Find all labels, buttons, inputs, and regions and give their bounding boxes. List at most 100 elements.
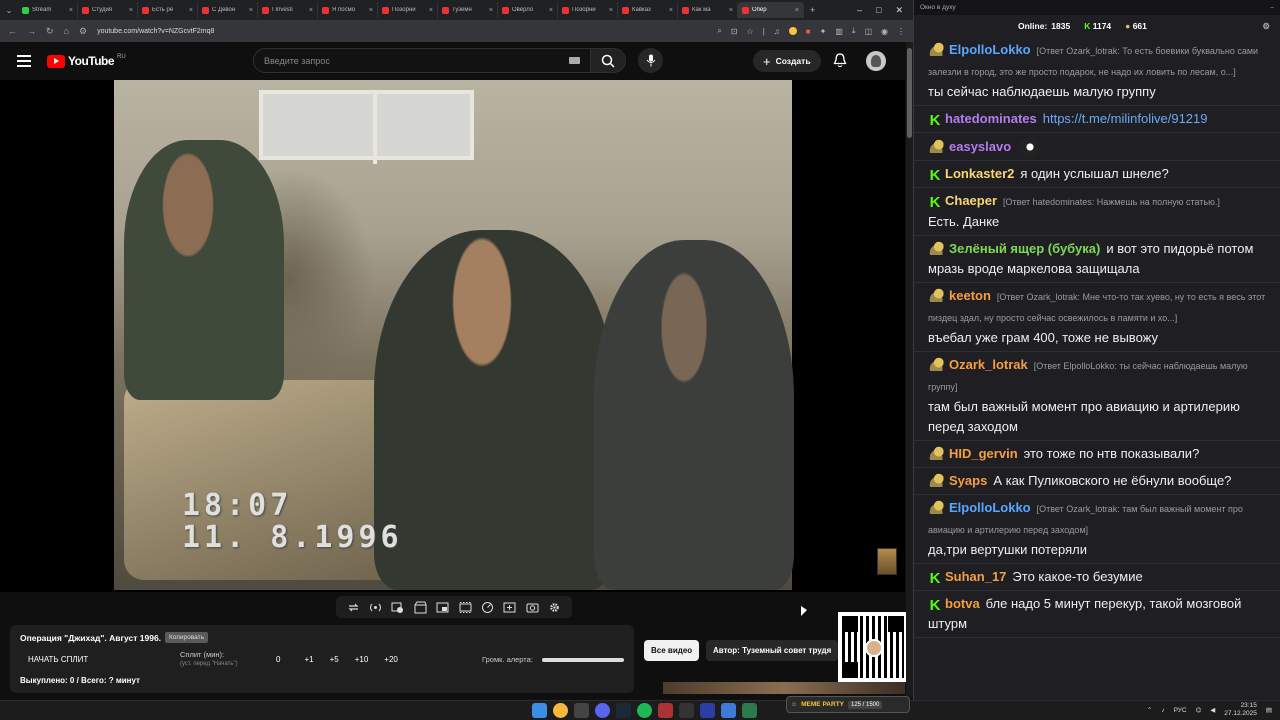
start-split-button[interactable]: НАЧАТЬ СПЛИТ <box>28 655 88 664</box>
microphone-tray-icon[interactable]: ♪ <box>1161 707 1164 714</box>
browser-tab[interactable]: Позорни × <box>378 2 438 18</box>
volume-icon[interactable]: ◀ <box>1210 706 1215 714</box>
spotify-icon[interactable] <box>637 703 652 718</box>
broadcast-icon[interactable] <box>369 601 382 614</box>
account-avatar[interactable] <box>866 51 886 71</box>
chat-username[interactable]: Suhan_17 <box>945 569 1006 584</box>
sidebar-icon[interactable]: ▥ <box>835 27 843 36</box>
browser-tab[interactable]: Я посмо × <box>318 2 378 18</box>
chat-username[interactable]: ElpolloLokko <box>949 42 1031 57</box>
chat-username[interactable]: Chaeper <box>945 193 997 208</box>
scrollbar-thumb[interactable] <box>907 48 912 138</box>
browser-tab[interactable]: С Девон × <box>198 2 258 18</box>
chat-username[interactable]: Lonkaster2 <box>945 166 1014 181</box>
picture-in-picture-icon[interactable] <box>436 601 449 614</box>
video-player[interactable]: 18:07 11. 8.1996 <box>0 80 905 592</box>
minimize-icon[interactable]: – <box>857 5 862 16</box>
loop-icon[interactable] <box>347 601 360 614</box>
tab-close-icon[interactable]: × <box>429 7 433 14</box>
browser-tab[interactable]: Позорни × <box>558 2 618 18</box>
tab-search-icon[interactable]: ⌄ <box>0 6 18 15</box>
chat-username[interactable]: easyslavo <box>949 139 1011 154</box>
keyboard-icon[interactable] <box>569 57 580 64</box>
app-icon[interactable] <box>721 703 736 718</box>
browser-tab[interactable]: Оверло × <box>498 2 558 18</box>
screenshot-camera-icon[interactable] <box>526 601 539 614</box>
tab-close-icon[interactable]: × <box>669 7 673 14</box>
chat-username[interactable]: Syaps <box>949 473 987 488</box>
tab-close-icon[interactable]: × <box>729 7 733 14</box>
tab-close-icon[interactable]: × <box>795 7 799 14</box>
url-field[interactable]: youtube.com/watch?v=NZGcvtF2mq8 <box>97 28 707 35</box>
app-icon[interactable] <box>700 703 715 718</box>
chat-username[interactable]: ElpolloLokko <box>949 500 1031 515</box>
notifications-icon[interactable]: ▤ <box>1266 706 1272 714</box>
chat-username[interactable]: keeton <box>949 288 991 303</box>
system-clock[interactable]: 23:15 27.12.2025 <box>1224 702 1257 718</box>
search-input[interactable]: Введите запрос <box>253 48 591 73</box>
notifications-bell-icon[interactable] <box>833 53 847 68</box>
chrome-icon[interactable] <box>553 703 568 718</box>
split-value[interactable]: 0 <box>276 655 280 664</box>
forward-icon[interactable]: → <box>27 26 36 36</box>
menu-icon[interactable] <box>17 55 31 67</box>
media-control-icon[interactable]: ♫ <box>774 27 780 36</box>
chat-username[interactable]: botva <box>945 596 980 611</box>
site-info-icon[interactable]: ⚙ <box>79 26 87 37</box>
alert-volume-slider[interactable] <box>542 658 624 662</box>
browser-tab[interactable]: Кавказ × <box>618 2 678 18</box>
tab-close-icon[interactable]: × <box>189 7 193 14</box>
tab-close-icon[interactable]: × <box>129 7 133 14</box>
voice-search-button[interactable] <box>638 48 663 73</box>
steam-icon[interactable] <box>616 703 631 718</box>
browser-tab[interactable]: Есть ре × <box>138 2 198 18</box>
install-icon[interactable]: ⊡ <box>731 27 738 36</box>
back-icon[interactable]: ← <box>8 26 17 36</box>
chat-username[interactable]: Ozark_lotrak <box>949 357 1028 372</box>
add-10-button[interactable]: +10 <box>355 655 369 664</box>
tab-close-icon[interactable]: × <box>609 7 613 14</box>
create-button[interactable]: + Создать <box>753 50 821 72</box>
extensions-puzzle-icon[interactable]: ✦ <box>820 27 827 36</box>
search-button[interactable] <box>590 48 626 73</box>
watch-later-icon[interactable] <box>391 601 404 614</box>
browser-tab[interactable]: Как ма × <box>678 2 738 18</box>
add-1-button[interactable]: +1 <box>304 655 313 664</box>
chat-link[interactable]: https://t.me/milinfolive/91219 <box>1043 111 1208 126</box>
extension-badge-icon[interactable]: ■ <box>806 27 811 36</box>
language-indicator[interactable]: РУС <box>1174 707 1187 714</box>
zoom-icon[interactable]: ⌕ <box>717 26 721 36</box>
app-icon[interactable] <box>658 703 673 718</box>
youtube-logo[interactable]: YouTube RU <box>47 54 126 68</box>
chat-username[interactable]: Зелёный ящер (бубука) <box>949 241 1100 256</box>
add-5-button[interactable]: +5 <box>330 655 339 664</box>
speed-gauge-icon[interactable] <box>481 601 494 614</box>
browser-tab[interactable]: I Investi × <box>258 2 318 18</box>
discord-icon[interactable] <box>595 703 610 718</box>
home-icon[interactable]: ⌂ <box>64 26 69 36</box>
chat-username[interactable]: hatedominates <box>945 111 1037 126</box>
browser-tab[interactable]: Stream × <box>18 2 78 18</box>
meme-party-widget[interactable]: ☺ MEME PARTY 125 / 1500 <box>786 696 910 713</box>
tab-close-icon[interactable]: × <box>489 7 493 14</box>
settings-gear-icon[interactable] <box>548 601 561 614</box>
browser-menu-icon[interactable]: ⋮ <box>897 27 905 36</box>
tray-chevron-icon[interactable]: ⌃ <box>1147 706 1152 714</box>
app-icon[interactable] <box>742 703 757 718</box>
tab-close-icon[interactable]: × <box>369 7 373 14</box>
copy-button[interactable]: Копировать <box>165 632 208 643</box>
download-icon[interactable]: ⤓ <box>852 26 856 36</box>
author-chip[interactable]: Автор: Туземный совет трудя <box>706 640 838 661</box>
video-frame[interactable]: 18:07 11. 8.1996 <box>114 80 794 590</box>
browser-tab[interactable]: Студия × <box>78 2 138 18</box>
chat-username[interactable]: HID_gervin <box>949 446 1018 461</box>
tab-close-icon[interactable]: × <box>309 7 313 14</box>
bookmark-star-icon[interactable]: ☆ <box>747 27 754 36</box>
tab-close-icon[interactable]: × <box>69 7 73 14</box>
close-window-icon[interactable]: ✕ <box>895 5 903 16</box>
profile-icon[interactable]: ◉ <box>881 27 888 36</box>
browser-tab[interactable]: Туземн × <box>438 2 498 18</box>
recommended-thumbnail[interactable] <box>663 682 905 694</box>
browser-tab[interactable]: Опер × <box>738 2 804 18</box>
tab-close-icon[interactable]: × <box>549 7 553 14</box>
